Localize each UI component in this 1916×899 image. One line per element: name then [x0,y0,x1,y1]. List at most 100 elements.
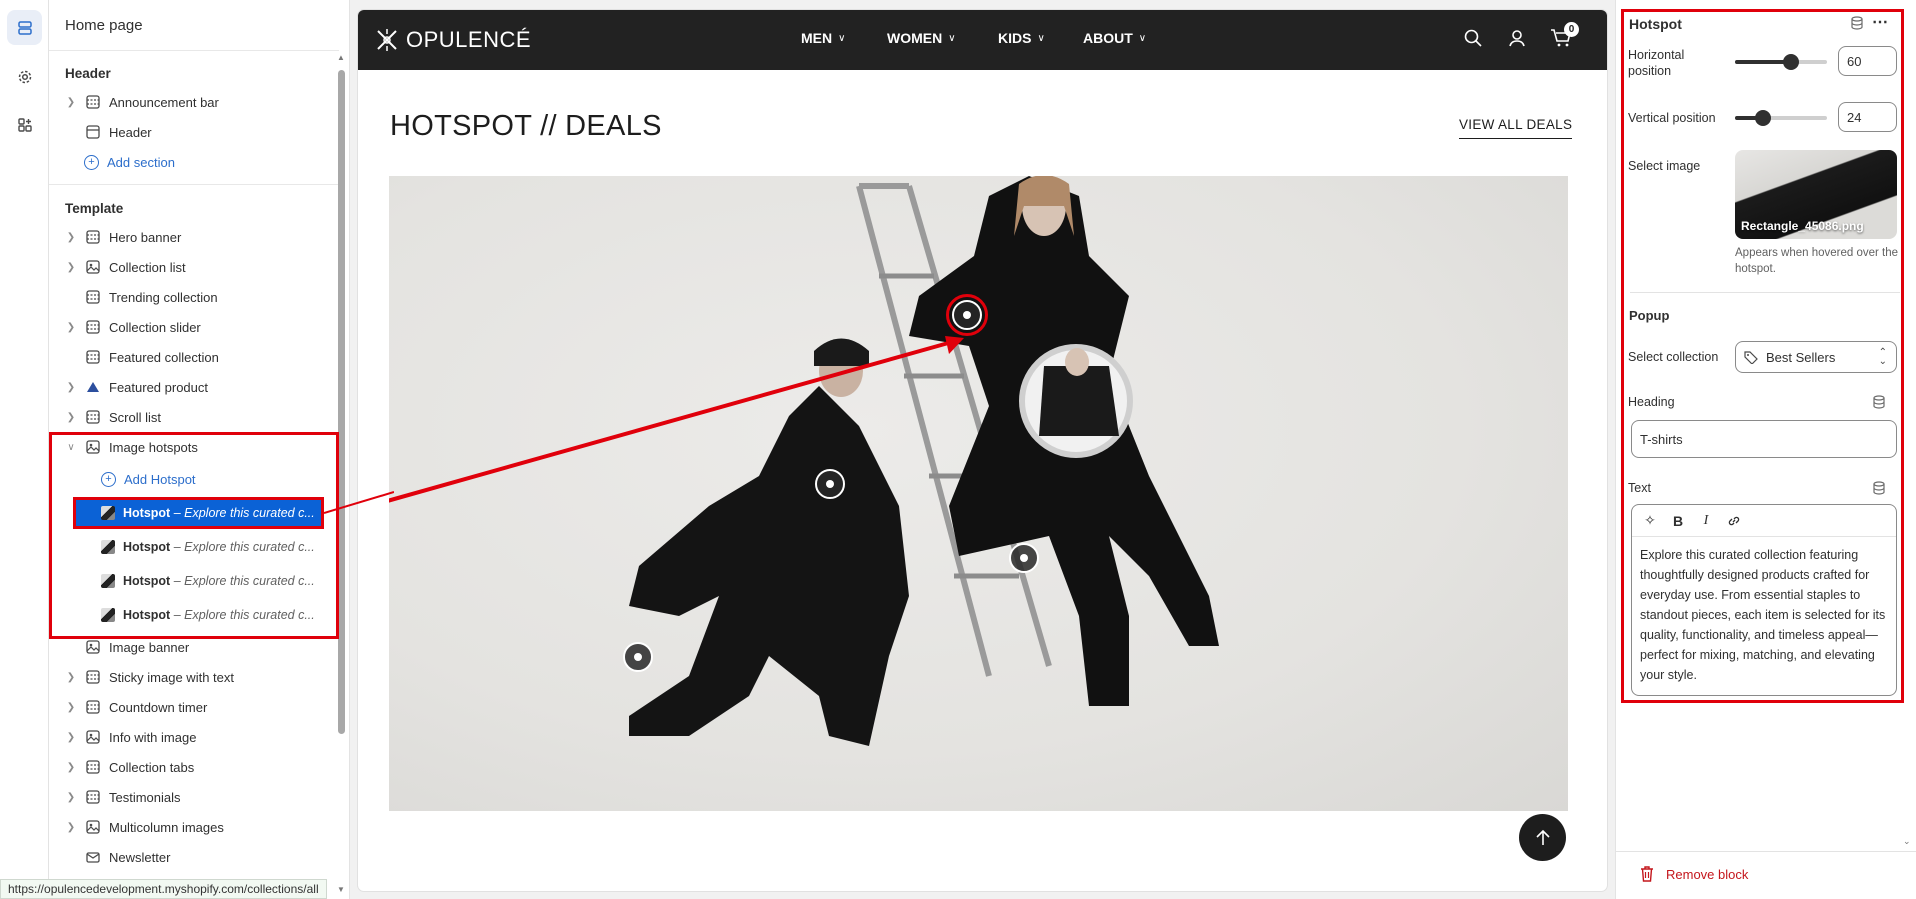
sidebar-item-announcement-bar[interactable]: ❯ Announcement bar [49,88,329,116]
search-icon[interactable] [1463,28,1483,51]
logo-mark-icon [377,29,397,51]
section-icon [85,229,101,245]
sidebar-item-label: Newsletter [109,849,171,865]
section-icon [85,409,101,425]
add-section-label: Add section [107,154,175,170]
image-icon [85,259,101,275]
chevron-down-icon: ∨ [1138,32,1147,44]
sidebar-item-trending-collection[interactable]: Trending collection [49,283,329,311]
sidebar-item-hero-banner[interactable]: ❯ Hero banner [49,223,329,251]
sidebar-item-featured-collection[interactable]: Featured collection [49,343,329,371]
sidebar-item-label: Header [109,124,152,140]
header-group-label: Header [65,66,111,81]
chevron-right-icon[interactable]: ❯ [65,822,77,833]
sidebar-item-label: Collection tabs [109,759,195,775]
sidebar-item-label: Featured collection [109,349,219,365]
hotspot-marker-3[interactable] [1009,543,1039,573]
store-logo-text: OPULENCÉ [406,27,532,52]
sidebar-item-label: Collection slider [109,319,201,335]
chevron-right-icon[interactable]: ❯ [65,702,77,713]
chevron-right-icon[interactable]: ❯ [65,732,77,743]
models-photo [389,176,1219,746]
store-header: OPULENCÉ MEN ∨ WOMEN ∨ KIDS ∨ ABOUT ∨ 0 [358,10,1607,70]
mail-icon [85,849,101,865]
sidebar-item-collection-slider[interactable]: ❯ Collection slider [49,313,329,341]
scroll-up-icon[interactable]: ▲ [337,53,345,62]
sidebar-item-scroll-list[interactable]: ❯ Scroll list [49,403,329,431]
hotspot-marker-2[interactable] [815,469,845,499]
sidebar-item-collection-tabs[interactable]: ❯ Collection tabs [49,753,329,781]
sections-icon[interactable] [7,10,42,45]
arrow-up-icon [1535,829,1550,845]
chevron-right-icon[interactable]: ❯ [65,792,77,803]
section-icon [85,289,101,305]
chevron-right-icon[interactable]: ❯ [65,762,77,773]
section-icon [85,759,101,775]
sidebar-item-collection-list[interactable]: ❯ Collection list [49,253,329,281]
remove-block-label: Remove block [1666,866,1749,882]
section-icon [85,699,101,715]
chevron-right-icon[interactable]: ❯ [65,382,77,393]
remove-block-button[interactable]: Remove block [1640,866,1748,882]
sidebar-item-header[interactable]: Header [49,118,329,146]
template-group-label: Template [65,201,124,216]
section-title: HOTSPOT // DEALS [390,110,662,142]
sidebar-item-label: Info with image [109,729,197,745]
nav-women[interactable]: WOMEN ∨ [887,30,956,46]
product-icon [85,379,101,395]
scroll-down-icon[interactable]: ▼ [337,885,345,894]
sidebar-item-label: Image banner [109,639,190,655]
chevron-right-icon[interactable]: ❯ [65,322,77,333]
gear-icon[interactable] [7,59,42,94]
chevron-right-icon[interactable]: ❯ [65,97,77,108]
plus-circle-icon: + [84,154,99,170]
apps-icon[interactable] [7,107,42,142]
sidebar-item-label: Multicolumn images [109,819,224,835]
sidebar-item-multicolumn-images[interactable]: ❯ Multicolumn images [49,813,329,841]
section-icon [85,94,101,110]
section-icon [85,669,101,685]
view-all-deals-link[interactable]: VIEW ALL DEALS [1459,117,1573,139]
hotspot-marker-1[interactable] [946,294,988,336]
chevron-right-icon[interactable]: ❯ [65,262,77,273]
sidebar-item-info-with-image[interactable]: ❯ Info with image [49,723,329,751]
annotation-box-selected-hotspot [73,497,324,529]
add-section-button[interactable]: + Add section [84,150,175,174]
sidebar-item-label: Countdown timer [109,699,208,715]
scroll-down-icon[interactable]: ⌄ [1903,836,1911,847]
store-logo[interactable]: OPULENCÉ [374,27,531,53]
sidebar-item-featured-product[interactable]: ❯ Featured product [49,373,329,401]
sidebar-item-label: Collection list [109,259,186,275]
status-url: https://opulencedevelopment.myshopify.co… [0,879,327,899]
image-icon [85,819,101,835]
hotspot-marker-4[interactable] [623,642,653,672]
annotation-arrow-tail [324,491,394,514]
sidebar-item-label: Testimonials [109,789,181,805]
sidebar-item-countdown-timer[interactable]: ❯ Countdown timer [49,693,329,721]
sidebar-item-testimonials[interactable]: ❯ Testimonials [49,783,329,811]
sidebar-scrollbar[interactable] [338,70,345,734]
section-icon [85,789,101,805]
nav-men[interactable]: MEN ∨ [801,30,845,46]
chevron-down-icon: ∨ [1037,32,1045,44]
account-icon[interactable] [1507,28,1527,51]
image-icon [85,729,101,745]
nav-about[interactable]: ABOUT ∨ [1083,30,1146,46]
trash-icon [1641,866,1653,882]
section-icon [85,349,101,365]
chevron-right-icon[interactable]: ❯ [65,232,77,243]
chevron-down-icon: ∨ [948,32,956,44]
store-preview: OPULENCÉ MEN ∨ WOMEN ∨ KIDS ∨ ABOUT ∨ 0 HOTS… [358,10,1607,891]
sidebar-item-label: Scroll list [109,409,162,425]
annotation-box-hotspots [49,432,339,639]
chevron-right-icon[interactable]: ❯ [65,412,77,423]
cart-count-badge: 0 [1564,22,1579,37]
sidebar-item-newsletter[interactable]: Newsletter [49,843,329,871]
icon-rail [0,0,49,899]
nav-kids[interactable]: KIDS ∨ [998,30,1045,46]
sidebar-item-label: Trending collection [109,289,218,305]
sidebar-item-sticky-image-with-text[interactable]: ❯ Sticky image with text [49,663,329,691]
back-to-top-button[interactable] [1519,814,1566,861]
chevron-right-icon[interactable]: ❯ [65,672,77,683]
sidebar-item-label: Hero banner [109,229,182,245]
